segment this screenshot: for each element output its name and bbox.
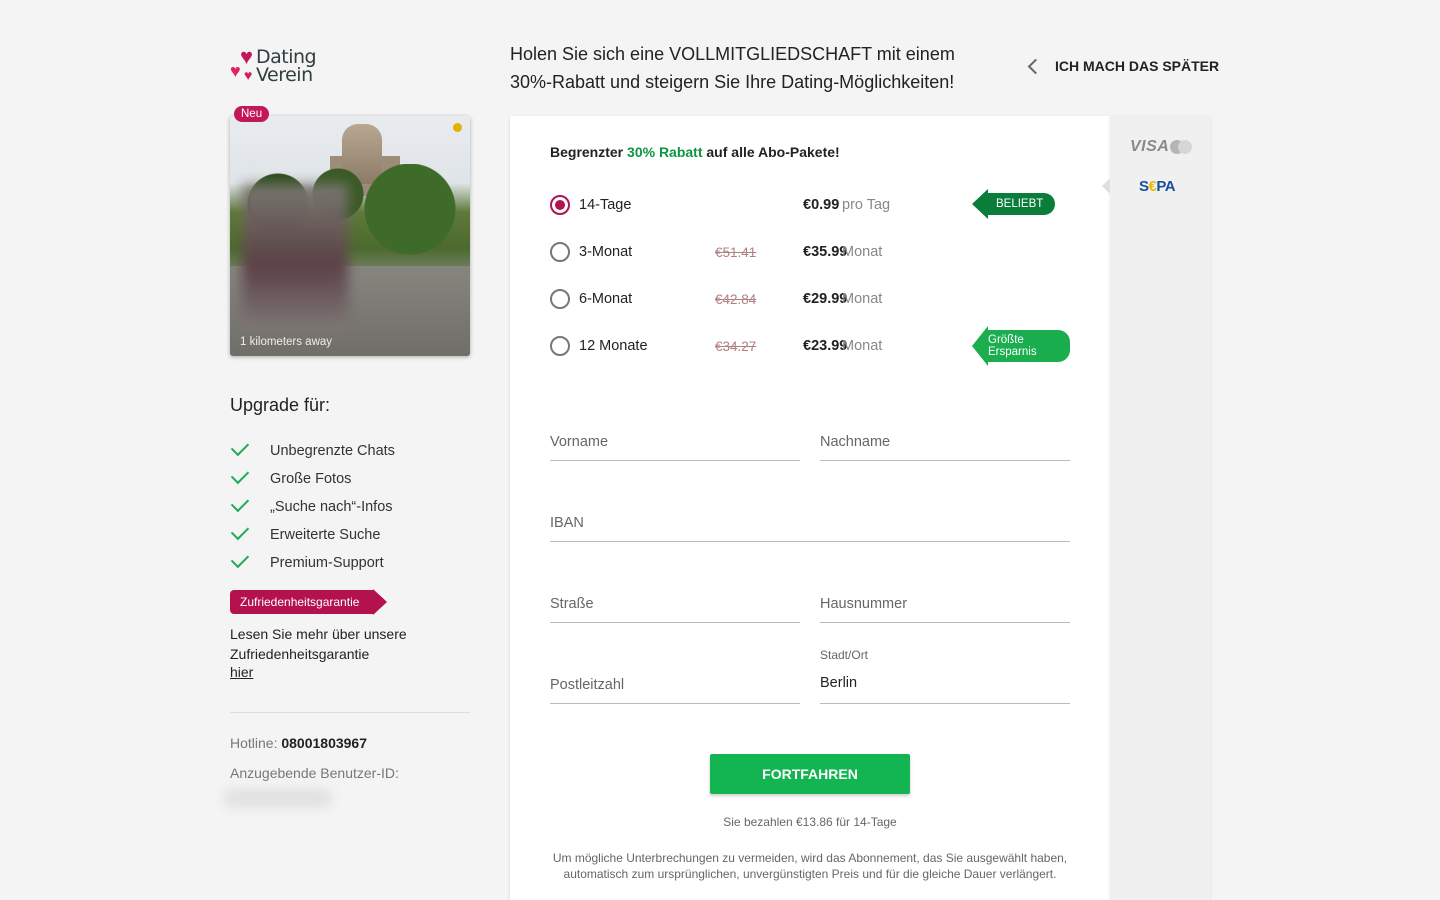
heart-icon: ♥ xyxy=(230,61,241,81)
profile-card[interactable]: 1 kilometers away xyxy=(230,116,470,356)
plan-unit: pro Tag xyxy=(842,197,891,213)
feature-item: Unbegrenzte Chats xyxy=(230,437,395,468)
dating-verein-logo[interactable]: ♥ ♥ ♥ Dating Verein xyxy=(230,46,320,88)
plan-unit: Monat xyxy=(842,291,883,307)
radio-selected[interactable] xyxy=(550,195,570,215)
hotline: Hotline: 08001803967 xyxy=(230,735,368,751)
logo-text: Dating Verein xyxy=(256,46,317,86)
guarantee-link[interactable]: hier xyxy=(230,664,253,680)
first-name-field[interactable]: Vorname xyxy=(550,421,800,461)
plan-price: €0.99 xyxy=(803,197,840,213)
visa-icon[interactable]: VISA xyxy=(1130,138,1169,156)
radio[interactable] xyxy=(550,289,570,309)
page-headline: Holen Sie sich eine VOLLMITGLIEDSCHAFT m… xyxy=(510,44,955,92)
feature-item: „Suche nach“-Infos xyxy=(230,493,395,524)
plan-old-price: €42.84 xyxy=(715,292,757,307)
postal-code-field[interactable]: Postleitzahl xyxy=(550,664,800,704)
heart-icon: ♥ xyxy=(240,44,254,69)
radio[interactable] xyxy=(550,336,570,356)
later-button[interactable]: ICH MACH DAS SPÄTER xyxy=(1026,58,1219,74)
plan-unit: Monat xyxy=(842,244,883,260)
plan-name: 14-Tage xyxy=(579,197,632,213)
plan-name: 3-Monat xyxy=(579,244,633,260)
plan-price: €35.99 xyxy=(803,244,848,260)
continue-button[interactable]: FORTFAHREN xyxy=(710,754,910,794)
heart-icon: ♥ xyxy=(244,67,253,83)
plan-option-3-month[interactable]: 3-Monat €51.41 €35.99 Monat xyxy=(550,240,1070,264)
city-field[interactable]: Stadt/Ort Berlin xyxy=(820,648,1070,704)
check-icon xyxy=(230,465,250,485)
plan-option-6-month[interactable]: 6-Monat €42.84 €29.99 Monat xyxy=(550,287,1070,311)
check-icon xyxy=(230,437,250,457)
city-value: Berlin xyxy=(820,675,858,691)
profile-distance: 1 kilometers away xyxy=(240,336,333,348)
feature-item: Große Fotos xyxy=(230,465,395,496)
feature-item: Premium-Support xyxy=(230,549,395,580)
divider xyxy=(230,712,470,713)
upgrade-title: Upgrade für: xyxy=(230,395,331,415)
selection-pointer xyxy=(1102,178,1110,194)
best-savings-tag: Größte Ersparnis xyxy=(972,326,1070,366)
auto-renewal-note: Um mögliche Unterbrechungen zu vermeiden… xyxy=(552,851,1068,881)
hotline-number[interactable]: 08001803967 xyxy=(281,735,367,751)
payment-card: Begrenzter 30% Rabatt auf alle Abo-Paket… xyxy=(510,116,1110,900)
plan-name: 12 Monate xyxy=(579,338,648,354)
promo-text: Begrenzter 30% Rabatt auf alle Abo-Paket… xyxy=(550,144,840,160)
online-status-dot xyxy=(453,123,462,132)
check-icon xyxy=(230,493,250,513)
feature-list: Unbegrenzte Chats Große Fotos „Suche nac… xyxy=(230,437,395,580)
plan-price: €23.99 xyxy=(803,338,848,354)
plan-name: 6-Monat xyxy=(579,291,633,307)
last-name-field[interactable]: Nachname xyxy=(820,421,1070,461)
check-icon xyxy=(230,549,250,569)
blurred-person xyxy=(242,184,348,332)
city-label: Stadt/Ort xyxy=(820,648,869,662)
radio[interactable] xyxy=(550,242,570,262)
plan-unit: Monat xyxy=(842,338,883,354)
user-id-value-blurred xyxy=(224,788,332,808)
mastercard-icon[interactable] xyxy=(1170,140,1192,154)
house-number-field[interactable]: Hausnummer xyxy=(820,583,1070,623)
user-id-label: Anzugebende Benutzer-ID: xyxy=(230,765,399,781)
payment-method-panel: VISA S€PA xyxy=(1102,116,1210,900)
guarantee-text: Lesen Sie mehr über unsere Zufriedenheit… xyxy=(230,626,407,662)
iban-field[interactable]: IBAN xyxy=(550,502,1070,542)
street-field[interactable]: Straße xyxy=(550,583,800,623)
feature-item: Erweiterte Suche xyxy=(230,521,395,552)
chevron-left-icon xyxy=(1027,58,1044,74)
plan-old-price: €34.27 xyxy=(715,339,757,354)
sepa-icon[interactable]: S€PA xyxy=(1139,178,1176,195)
new-badge: Neu xyxy=(234,106,270,122)
guarantee-badge: Zufriedenheitsgarantie xyxy=(230,589,388,615)
popular-tag: BELIEBT xyxy=(971,189,1056,219)
plan-old-price: €51.41 xyxy=(715,245,757,260)
payment-summary: Sie bezahlen €13.86 für 14-Tage xyxy=(723,815,897,829)
check-icon xyxy=(230,521,250,541)
plan-price: €29.99 xyxy=(803,291,848,307)
